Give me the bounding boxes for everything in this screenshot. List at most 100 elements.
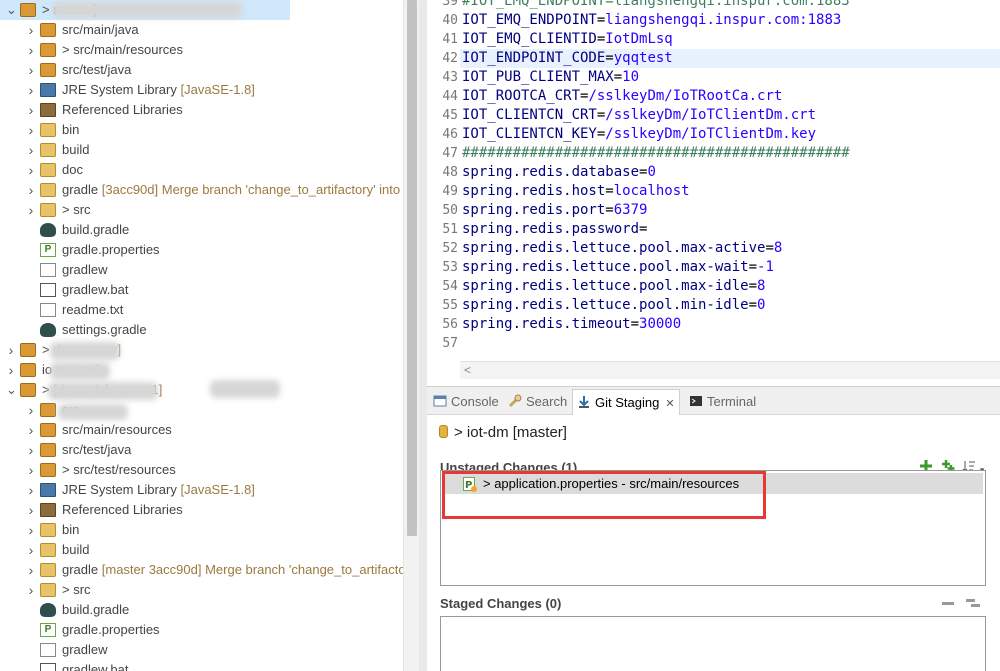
- tree-item[interactable]: gradlew: [0, 640, 403, 660]
- code-line[interactable]: IOT_ENDPOINT_CODE=yqqtest: [462, 49, 673, 68]
- remove-all-icon[interactable]: [965, 596, 981, 610]
- tree-item-label: doc: [62, 160, 83, 180]
- chevron-right-icon[interactable]: ›: [26, 120, 36, 140]
- chevron-right-icon[interactable]: ›: [26, 520, 36, 540]
- code-line[interactable]: spring.redis.password=: [462, 220, 647, 239]
- tree-item[interactable]: › src/main/java: [0, 20, 403, 40]
- chevron-right-icon[interactable]: ›: [26, 460, 36, 480]
- code-line[interactable]: spring.redis.lettuce.pool.max-wait=-1: [462, 258, 774, 277]
- tree-item[interactable]: › doc: [0, 160, 403, 180]
- tree-item[interactable]: Pgradle.properties: [0, 240, 403, 260]
- properties-editor[interactable]: 39 40 41 42 43 44 45 46 47 48 49 50 51 52 53 54 55 56 57 #…: [427, 0, 1000, 382]
- chevron-right-icon[interactable]: ›: [26, 160, 36, 180]
- chevron-right-icon[interactable]: ›: [26, 20, 36, 40]
- code-line[interactable]: spring.redis.lettuce.pool.max-idle=8: [462, 277, 765, 296]
- chevron-right-icon[interactable]: ›: [6, 360, 16, 380]
- package-folder-icon: [40, 23, 56, 37]
- tab-console[interactable]: Console: [433, 389, 499, 415]
- tree-item[interactable]: › > src/main/resources: [0, 40, 403, 60]
- project-icon: [20, 343, 36, 357]
- code-line[interactable]: IOT_EMQ_CLIENTID=IotDmLsq: [462, 30, 673, 49]
- explorer-scrollbar[interactable]: [403, 0, 419, 671]
- chevron-right-icon[interactable]: ›: [26, 140, 36, 160]
- code-line[interactable]: #IOT_EMQ_ENDPOINT=liangshengqi.inspur.co…: [462, 0, 850, 11]
- tree-item[interactable]: gradlew.bat: [0, 280, 403, 300]
- project-icon: [20, 363, 36, 377]
- redaction-smudge: [48, 382, 158, 400]
- search-icon: [508, 391, 522, 408]
- code-line[interactable]: IOT_CLIENTCN_CRT=/sslkeyDm/IoTClientDm.c…: [462, 106, 816, 125]
- chevron-down-icon[interactable]: ⌄: [6, 0, 17, 20]
- chevron-right-icon[interactable]: ›: [26, 580, 36, 600]
- chevron-right-icon[interactable]: ›: [26, 540, 36, 560]
- tab-git-staging[interactable]: Git Staging ✕: [572, 389, 680, 415]
- tree-item[interactable]: › JRE System Library [JavaSE-1.8]: [0, 80, 403, 100]
- tree-item[interactable]: gradlew: [0, 260, 403, 280]
- chevron-right-icon[interactable]: ›: [26, 500, 36, 520]
- close-tab-icon[interactable]: ✕: [665, 398, 674, 410]
- tree-item[interactable]: › src/main/resources: [0, 420, 403, 440]
- chevron-right-icon[interactable]: ›: [26, 420, 36, 440]
- code-line[interactable]: IOT_ROOTCA_CRT=/sslkeyDm/IoTRootCa.crt: [462, 87, 782, 106]
- tree-item[interactable]: gradlew.bat: [0, 660, 403, 671]
- tree-item[interactable]: › Referenced Libraries: [0, 100, 403, 120]
- chevron-right-icon[interactable]: ›: [26, 180, 36, 200]
- tree-item[interactable]: › > src: [0, 200, 403, 220]
- code-line[interactable]: spring.redis.lettuce.pool.max-active=8: [462, 239, 782, 258]
- tree-item[interactable]: › bin: [0, 120, 403, 140]
- chevron-right-icon[interactable]: ›: [26, 200, 36, 220]
- gradle-file-icon: [40, 323, 56, 337]
- tree-item-label: > src: [62, 580, 91, 600]
- chevron-right-icon[interactable]: ›: [26, 440, 36, 460]
- tree-item[interactable]: › src/test/java: [0, 60, 403, 80]
- code-line[interactable]: ########################################…: [462, 144, 850, 163]
- repository-label: > iot-dm [master]: [439, 423, 567, 443]
- tree-item[interactable]: › bin: [0, 520, 403, 540]
- chevron-right-icon[interactable]: ›: [26, 80, 36, 100]
- chevron-right-icon[interactable]: ›: [26, 40, 36, 60]
- tree-item[interactable]: › build: [0, 140, 403, 160]
- tree-item[interactable]: settings.gradle: [0, 320, 403, 340]
- staged-changes-list[interactable]: [440, 616, 986, 671]
- code-line[interactable]: spring.redis.database=0: [462, 163, 656, 182]
- tree-item[interactable]: › JRE System Library [JavaSE-1.8]: [0, 480, 403, 500]
- explorer-scrollbar-thumb[interactable]: [407, 0, 417, 536]
- tree-item[interactable]: › src/test/java: [0, 440, 403, 460]
- chevron-right-icon[interactable]: ›: [6, 340, 16, 360]
- tab-label: Terminal: [707, 394, 757, 409]
- tree-item[interactable]: build.gradle: [0, 220, 403, 240]
- tab-terminal[interactable]: Terminal: [689, 389, 756, 415]
- tab-search[interactable]: Search: [508, 389, 567, 415]
- line-number: 52: [442, 241, 458, 256]
- tree-item[interactable]: › Referenced Libraries: [0, 500, 403, 520]
- code-line[interactable]: IOT_CLIENTCN_KEY=/sslkeyDm/IoTClientDm.k…: [462, 125, 816, 144]
- chevron-down-icon[interactable]: ⌄: [6, 380, 17, 400]
- chevron-right-icon[interactable]: ›: [26, 480, 36, 500]
- code-line[interactable]: IOT_EMQ_ENDPOINT=liangshengqi.inspur.com…: [462, 11, 841, 30]
- tree-item-text: gradle: [62, 182, 99, 197]
- tree-item[interactable]: › > src: [0, 580, 403, 600]
- code-line[interactable]: IOT_PUB_CLIENT_MAX=10: [462, 68, 639, 87]
- tree-item[interactable]: readme.txt: [0, 300, 403, 320]
- tree-item[interactable]: › gradle [3acc90d] Merge branch 'change_t…: [0, 180, 403, 200]
- tree-item[interactable]: › gradle [master 3acc90d] Merge branch 'c…: [0, 560, 403, 580]
- chevron-right-icon[interactable]: ›: [26, 60, 36, 80]
- chevron-right-icon[interactable]: ›: [26, 400, 36, 420]
- scroll-left-arrow-icon[interactable]: <: [464, 362, 471, 379]
- tree-item[interactable]: › > src/test/resources: [0, 460, 403, 480]
- tree-item[interactable]: build.gradle: [0, 600, 403, 620]
- code-line[interactable]: spring.redis.port=6379: [462, 201, 647, 220]
- code-line[interactable]: spring.redis.timeout=30000: [462, 315, 681, 334]
- remove-icon[interactable]: [941, 596, 955, 610]
- tree-item-text: gradle: [62, 562, 99, 577]
- line-number: 54: [442, 279, 458, 294]
- chevron-right-icon[interactable]: ›: [26, 560, 36, 580]
- editor-horizontal-scrollbar[interactable]: <: [460, 361, 1000, 379]
- staged-changes-title: Staged Changes (0): [440, 596, 562, 611]
- tree-item[interactable]: Pgradle.properties: [0, 620, 403, 640]
- code-line[interactable]: spring.redis.lettuce.pool.min-idle=0: [462, 296, 765, 315]
- tree-item-text: >: [42, 2, 50, 17]
- chevron-right-icon[interactable]: ›: [26, 100, 36, 120]
- tree-item[interactable]: › build: [0, 540, 403, 560]
- code-line[interactable]: spring.redis.host=localhost: [462, 182, 690, 201]
